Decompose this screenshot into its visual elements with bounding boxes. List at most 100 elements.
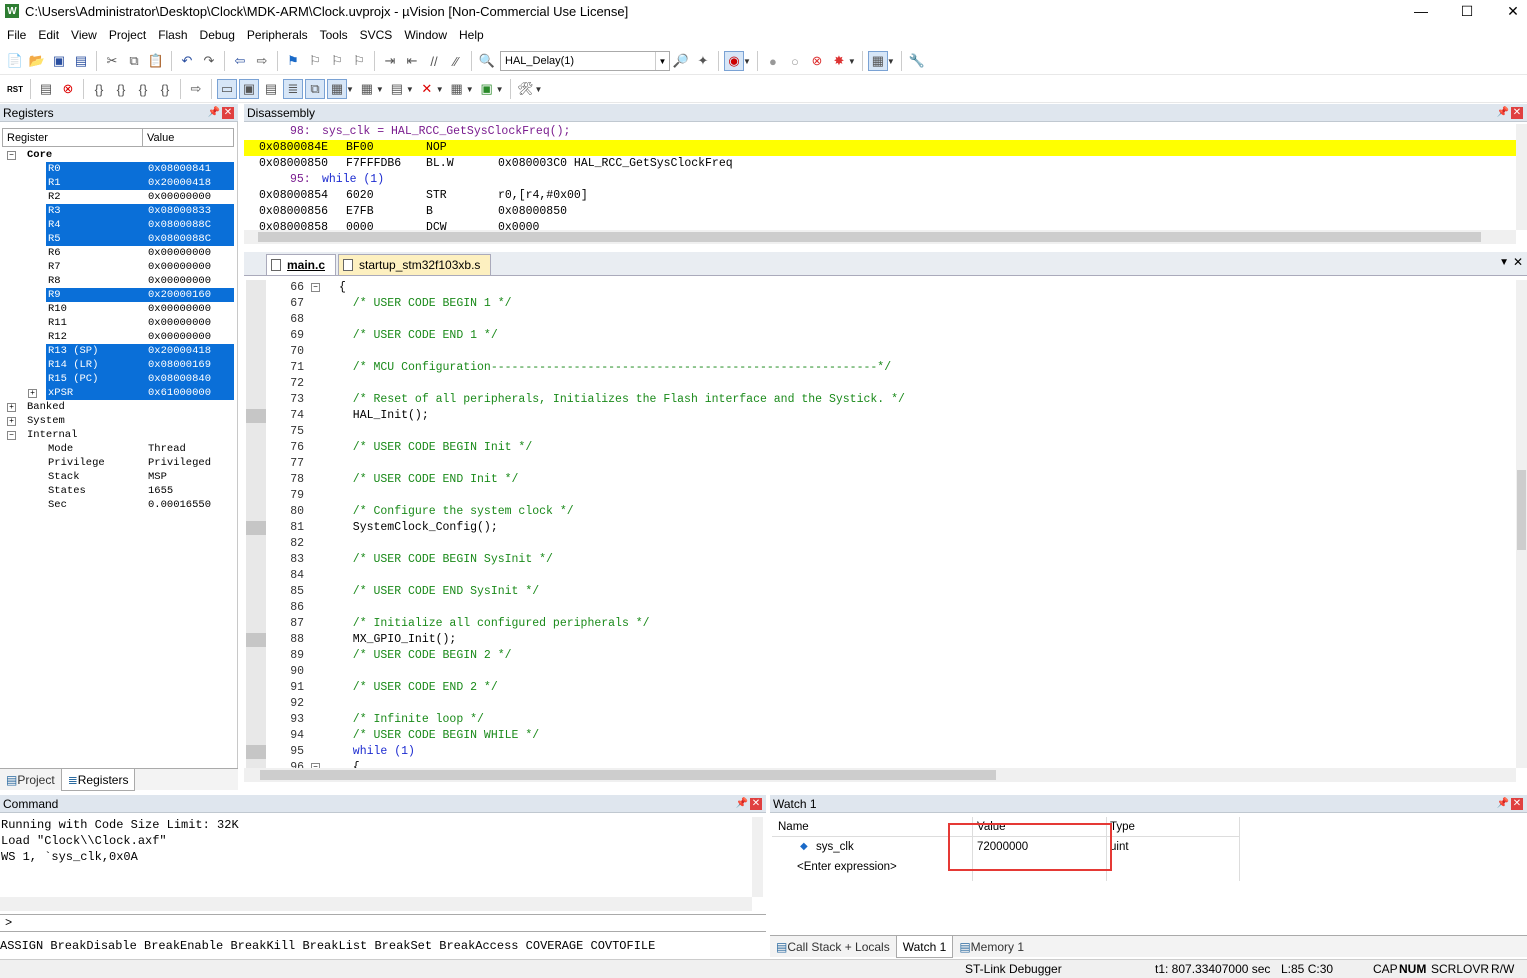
- chevron-down-icon[interactable]: ▼: [655, 52, 669, 70]
- menu-file[interactable]: File: [2, 28, 33, 42]
- close-icon[interactable]: ✕: [1511, 107, 1523, 119]
- register-value[interactable]: 0.00016550: [148, 498, 211, 512]
- code-line[interactable]: 80 /* Configure the system clock */: [244, 504, 1516, 520]
- save-icon[interactable]: ▣: [49, 51, 69, 71]
- register-row[interactable]: R9 0x20000160: [2, 288, 234, 302]
- pin-icon[interactable]: 📌: [1497, 798, 1509, 809]
- step-into-icon[interactable]: {}: [89, 79, 109, 99]
- toolbox-icon[interactable]: 🛠: [516, 79, 536, 99]
- disassembly-window-icon[interactable]: ▣: [239, 79, 259, 99]
- register-row[interactable]: + System: [2, 414, 234, 428]
- register-row[interactable]: R4 0x0800088C: [2, 218, 234, 232]
- executable-line-marker[interactable]: [246, 745, 266, 759]
- code-line[interactable]: 71 /* MCU Configuration-----------------…: [244, 360, 1516, 376]
- copy-icon[interactable]: ⧉: [124, 51, 144, 71]
- code-line[interactable]: 87 /* Initialize all configured peripher…: [244, 616, 1516, 632]
- debug-session-icon[interactable]: ◉: [724, 51, 744, 71]
- uncomment-icon[interactable]: ⁄⁄: [446, 51, 466, 71]
- menu-project[interactable]: Project: [104, 28, 153, 42]
- register-value[interactable]: 0x20000418: [148, 176, 211, 190]
- register-row[interactable]: R15 (PC) 0x08000840: [2, 372, 234, 386]
- undo-icon[interactable]: ↶: [177, 51, 197, 71]
- code-line[interactable]: 90: [244, 664, 1516, 680]
- pin-icon[interactable]: 📌: [736, 798, 748, 809]
- save-all-icon[interactable]: ▤: [71, 51, 91, 71]
- show-next-statement-icon[interactable]: ⇨: [186, 79, 206, 99]
- bookmark-clear-icon[interactable]: ⚐: [349, 51, 369, 71]
- breakpoint-icon[interactable]: ●: [763, 51, 783, 71]
- new-file-icon[interactable]: 📄: [5, 51, 25, 71]
- serial-window-icon[interactable]: ▤: [387, 79, 407, 99]
- bookmark-next-icon[interactable]: ⚐: [327, 51, 347, 71]
- minimize-button[interactable]: —: [1398, 0, 1444, 22]
- register-row[interactable]: R8 0x00000000: [2, 274, 234, 288]
- menu-window[interactable]: Window: [399, 28, 454, 42]
- tab-startup-stm32f103xb-s[interactable]: startup_stm32f103xb.s: [338, 254, 492, 275]
- code-line[interactable]: 93 /* Infinite loop */: [244, 712, 1516, 728]
- register-row[interactable]: R2 0x00000000: [2, 190, 234, 204]
- disassembly-hscroll[interactable]: [244, 230, 1516, 244]
- tab-memory-1[interactable]: ▤ Memory 1: [953, 936, 1030, 958]
- register-row[interactable]: + xPSR 0x61000000: [2, 386, 234, 400]
- enter-expression[interactable]: <Enter expression>: [797, 857, 897, 877]
- register-row[interactable]: R11 0x00000000: [2, 316, 234, 330]
- menu-tools[interactable]: Tools: [315, 28, 355, 42]
- collapse-icon[interactable]: −: [7, 431, 16, 440]
- register-value[interactable]: 0x00000000: [148, 330, 211, 344]
- close-window-button[interactable]: ✕: [1490, 0, 1527, 22]
- breakpoint-disable-icon[interactable]: ○: [785, 51, 805, 71]
- register-row[interactable]: R7 0x00000000: [2, 260, 234, 274]
- code-line[interactable]: 66− {: [244, 280, 1516, 296]
- editor-code[interactable]: 66−{67 /* USER CODE BEGIN 1 */68 69 /* US…: [244, 280, 1516, 768]
- symbols-window-icon[interactable]: ▤: [261, 79, 281, 99]
- register-row[interactable]: R1 0x20000418: [2, 176, 234, 190]
- code-line[interactable]: 92: [244, 696, 1516, 712]
- code-line[interactable]: 73 /* Reset of all peripherals, Initiali…: [244, 392, 1516, 408]
- unindent-icon[interactable]: ⇤: [402, 51, 422, 71]
- register-value[interactable]: MSP: [148, 470, 167, 484]
- bookmark-prev-icon[interactable]: ⚐: [305, 51, 325, 71]
- stop-icon[interactable]: ⊗: [58, 79, 78, 99]
- code-line[interactable]: 75: [244, 424, 1516, 440]
- expand-icon[interactable]: +: [7, 403, 16, 412]
- find-combo[interactable]: HAL_Delay(1) ▼: [500, 51, 670, 71]
- editor-vscroll[interactable]: [1516, 280, 1527, 768]
- register-value[interactable]: 0x20000418: [148, 344, 211, 358]
- paste-icon[interactable]: 📋: [146, 51, 166, 71]
- register-value[interactable]: 1655: [148, 484, 173, 498]
- register-value[interactable]: 0x08000169: [148, 358, 211, 372]
- register-row[interactable]: Mode Thread: [2, 442, 234, 456]
- tab-main-c[interactable]: main.c: [266, 254, 337, 275]
- register-row[interactable]: R6 0x00000000: [2, 246, 234, 260]
- disassembly-row[interactable]: 95: while (1): [244, 172, 1516, 188]
- tab-call-stack-locals[interactable]: ▤ Call Stack + Locals: [770, 936, 896, 958]
- disassembly-row[interactable]: 0x0800084E BF00 NOP: [244, 140, 1516, 156]
- disassembly-listing[interactable]: 98: sys_clk = HAL_RCC_GetSysClockFreq(); 0…: [244, 124, 1516, 230]
- expand-icon[interactable]: +: [7, 417, 16, 426]
- disassembly-row[interactable]: 0x08000856 E7FB B 0x08000850: [244, 204, 1516, 220]
- register-value[interactable]: 0x20000160: [148, 288, 211, 302]
- code-line[interactable]: 74 HAL_Init();: [244, 408, 1516, 424]
- register-value[interactable]: 0x00000000: [148, 302, 211, 316]
- register-value[interactable]: 0x00000000: [148, 260, 211, 274]
- call-stack-window-icon[interactable]: ⧉: [305, 79, 325, 99]
- fold-icon[interactable]: −: [311, 283, 320, 292]
- disassembly-row[interactable]: 0x08000854 6020 STR r0,[r4,#0x00]: [244, 188, 1516, 204]
- register-value[interactable]: 0x0800088C: [148, 218, 211, 232]
- register-row[interactable]: − Internal: [2, 428, 234, 442]
- close-icon[interactable]: ✕: [222, 107, 234, 119]
- executable-line-marker[interactable]: [246, 633, 266, 647]
- code-line[interactable]: 76 /* USER CODE BEGIN Init */: [244, 440, 1516, 456]
- register-row[interactable]: Sec 0.00016550: [2, 498, 234, 512]
- code-line[interactable]: 86: [244, 600, 1516, 616]
- code-line[interactable]: 67 /* USER CODE BEGIN 1 */: [244, 296, 1516, 312]
- register-value[interactable]: 0x00000000: [148, 316, 211, 330]
- disassembly-row[interactable]: 0x08000858 0000 DCW 0x0000: [244, 220, 1516, 230]
- run-icon[interactable]: ▤: [36, 79, 56, 99]
- close-icon[interactable]: ✕: [1511, 798, 1523, 810]
- cut-icon[interactable]: ✂: [102, 51, 122, 71]
- trace-window-icon[interactable]: ▦: [447, 79, 467, 99]
- code-line[interactable]: 79: [244, 488, 1516, 504]
- nav-forward-icon[interactable]: ⇨: [252, 51, 272, 71]
- register-value[interactable]: 0x00000000: [148, 190, 211, 204]
